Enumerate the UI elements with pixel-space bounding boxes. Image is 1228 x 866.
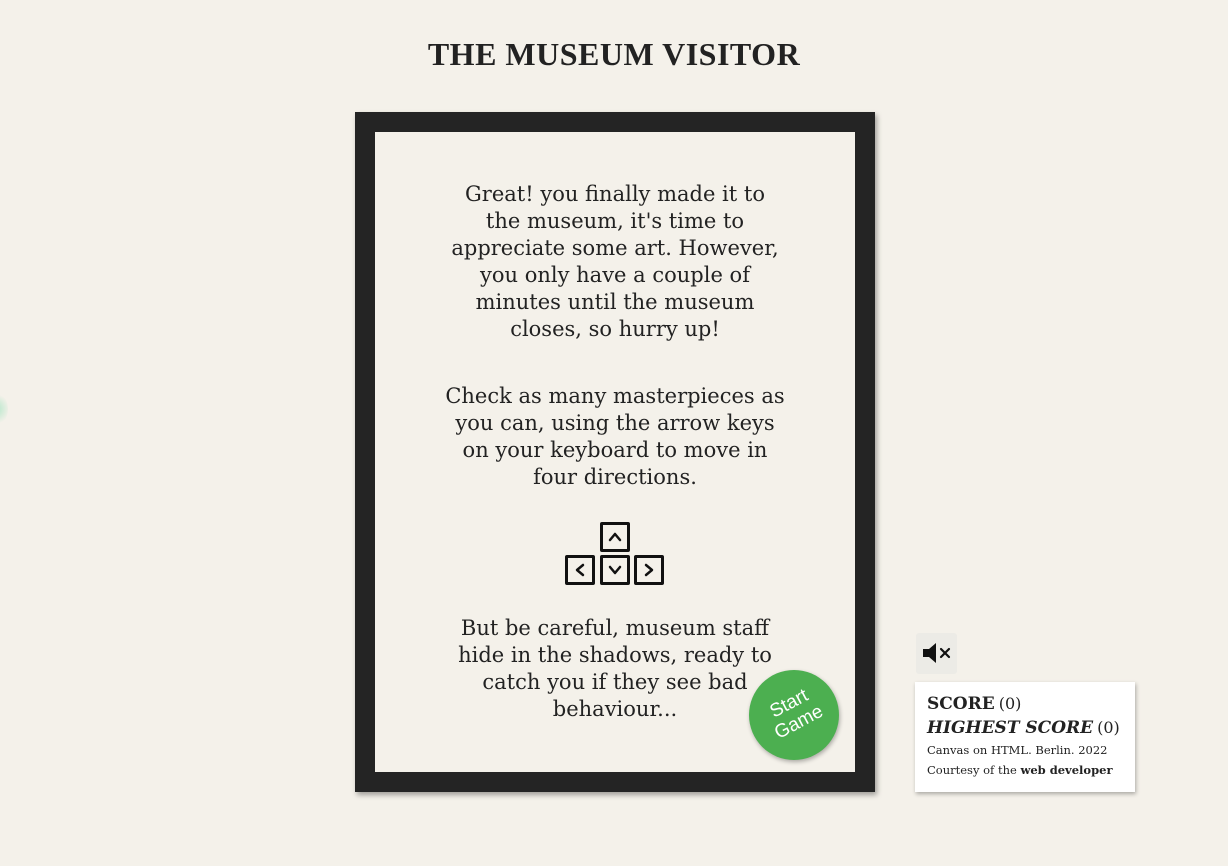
highest-score-label: HIGHEST SCORE — [927, 718, 1094, 738]
web-developer-link[interactable]: web developer — [1020, 763, 1112, 777]
arrow-down-key-icon — [600, 555, 630, 585]
intro-paragraph-3: But be careful, museum staff hide in the… — [458, 616, 772, 721]
page: THE MUSEUM VISITOR Great! you finally ma… — [0, 0, 1228, 866]
courtesy-prefix: Courtesy of the — [927, 763, 1017, 777]
decorative-glow — [0, 392, 8, 426]
intro-paragraph-2: Check as many masterpieces as you can, u… — [445, 384, 785, 489]
courtesy-line: Courtesy of the web developer — [927, 760, 1123, 780]
score-row: SCORE (0) — [927, 692, 1123, 716]
scoreboard: SCORE (0) HIGHEST SCORE (0) Canvas on HTML… — [915, 682, 1135, 792]
score-label: SCORE — [927, 694, 995, 714]
highest-score-value: (0) — [1097, 718, 1120, 737]
intro-paragraph-1: Great! you finally made it to the museum… — [451, 182, 779, 341]
highest-score-row: HIGHEST SCORE (0) — [927, 716, 1123, 740]
start-game-label: Start Game — [744, 673, 843, 752]
arrow-left-key-icon — [565, 555, 595, 585]
arrow-right-key-icon — [634, 555, 664, 585]
start-game-button[interactable]: Start Game — [749, 670, 839, 760]
speaker-muted-icon — [923, 643, 951, 663]
credit-line: Canvas on HTML. Berlin. 2022 — [927, 743, 1108, 757]
arrow-up-key-icon — [600, 522, 630, 552]
score-value: (0) — [998, 694, 1022, 713]
mute-toggle-button[interactable] — [916, 633, 957, 674]
page-title: THE MUSEUM VISITOR — [427, 36, 801, 72]
arrow-keys-icon — [565, 522, 665, 586]
